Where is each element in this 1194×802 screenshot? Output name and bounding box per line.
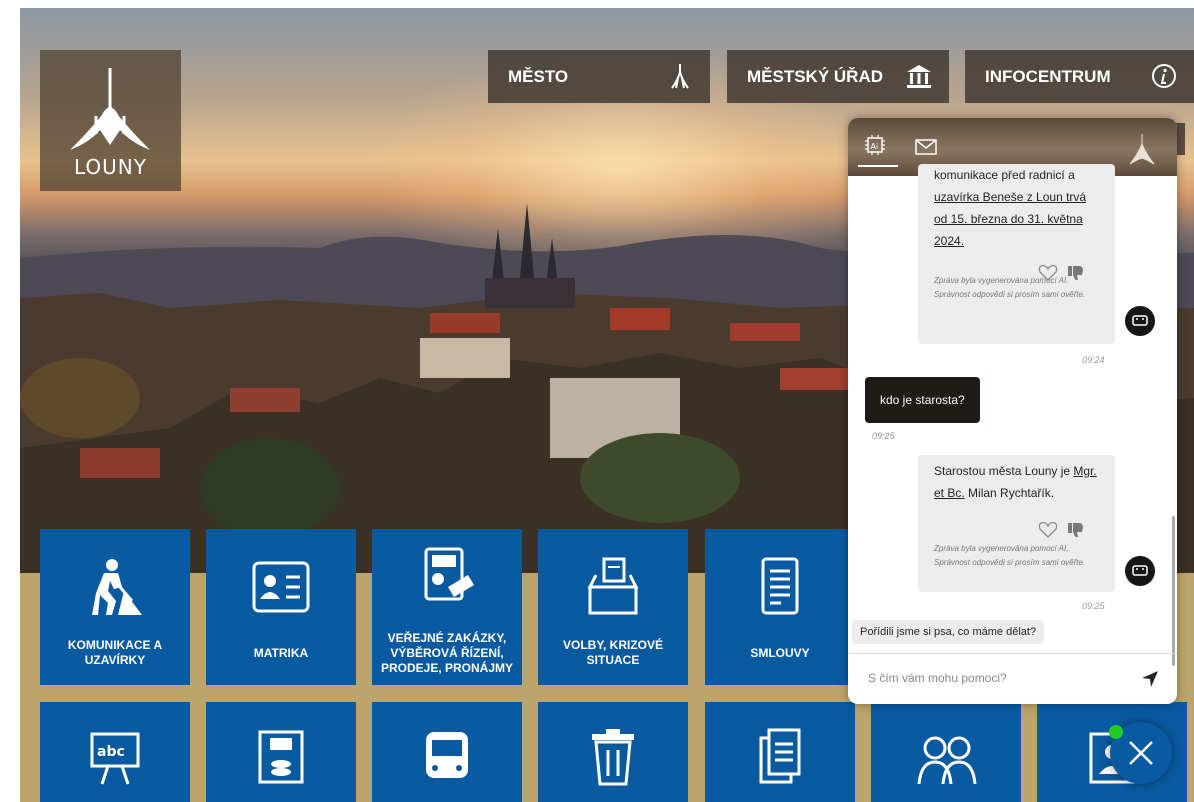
active-tab-indicator	[858, 165, 898, 167]
chat-messages: komunikace před radnicí a uzavírka Beneš…	[848, 164, 1177, 666]
svg-text:abc: abc	[97, 744, 125, 760]
louny-logo[interactable]: LOUNY	[40, 50, 181, 191]
nav-infocentrum[interactable]: INFOCENTRUM	[965, 50, 1194, 103]
tile-bus[interactable]	[372, 702, 522, 802]
documents-icon	[705, 728, 855, 788]
finance-building-icon	[206, 728, 356, 788]
tile-label: SMLOUVY	[750, 645, 810, 660]
tile-volby[interactable]: VOLBY, KRIZOVÉ SITUACE	[538, 529, 688, 685]
bot-message-text: Starostou města Louny je	[934, 464, 1071, 478]
tile-label: VOLBY, KRIZOVÉ SITUACE	[562, 638, 663, 667]
chat-widget: Ai komunikace před radnicí a uzavírka Be…	[848, 118, 1177, 704]
like-icon[interactable]	[1038, 264, 1058, 289]
nav-mestsky-urad[interactable]: MĚSTSKÝ ÚŘAD	[727, 50, 949, 103]
ballot-box-icon	[538, 557, 688, 617]
user-message: kdo je starosta?	[865, 377, 980, 423]
info-icon	[1150, 62, 1178, 95]
contract-icon	[705, 557, 855, 617]
bot-message: Starostou města Louny je Mgr. et Bc. Mil…	[918, 455, 1115, 592]
chat-input[interactable]	[866, 670, 1130, 686]
tile-verejne-zakazky[interactable]: VEŘEJNÉ ZAKÁZKY, VÝBĚROVÁ ŘÍZENÍ, PRODEJ…	[372, 529, 522, 685]
id-card-icon	[206, 557, 356, 617]
bot-message-text: komunikace před radnicí a	[934, 168, 1075, 182]
send-icon[interactable]	[1140, 669, 1160, 694]
message-time: 09:25	[872, 431, 895, 441]
roadwork-icon	[40, 557, 190, 617]
tile-school[interactable]: abc	[40, 702, 190, 802]
tile-label: KOMUNIKACE A UZAVÍRKY	[67, 638, 163, 667]
tile-komunikace[interactable]: KOMUNIKACE A UZAVÍRKY	[40, 529, 190, 685]
nav-infocentrum-label: INFOCENTRUM	[985, 66, 1111, 86]
ai-chip-icon[interactable]: Ai	[862, 134, 888, 161]
envelope-icon[interactable]	[914, 138, 938, 161]
trash-bin-icon	[538, 728, 688, 788]
chat-scrollbar[interactable]	[1172, 516, 1175, 666]
header-logo-icon	[1129, 134, 1155, 165]
bot-avatar-icon	[1125, 556, 1155, 586]
suggestion-chip[interactable]: Pořídili jsme si psa, co máme dělat?	[852, 620, 1045, 644]
bot-message-text-end: Milan Rychtařík.	[968, 486, 1055, 500]
svg-text:Ai: Ai	[871, 142, 879, 151]
bot-message: komunikace před radnicí a uzavírka Beneš…	[918, 164, 1115, 344]
tile-finance[interactable]	[206, 702, 356, 802]
seniors-icon	[871, 728, 1021, 788]
message-time: 09:24	[1082, 355, 1105, 365]
chat-input-area	[848, 653, 1177, 704]
logo-text: LOUNY	[74, 155, 147, 179]
ai-disclaimer: Zpráva byla vygenerována pomocí AI. Sprá…	[934, 544, 1086, 567]
nav-mesto-label: MĚSTO	[508, 66, 569, 86]
tile-label: VEŘEJNÉ ZAKÁZKY, VÝBĚROVÁ ŘÍZENÍ, PRODEJ…	[380, 630, 514, 675]
dislike-icon[interactable]	[1066, 521, 1086, 546]
tile-label: MATRIKA	[253, 645, 309, 660]
tile-seniors[interactable]	[871, 702, 1021, 802]
tile-matrika[interactable]: MATRIKA	[206, 529, 356, 685]
dislike-icon[interactable]	[1066, 264, 1086, 289]
tile-smlouvy[interactable]: SMLOUVY	[705, 529, 855, 685]
bot-message-link[interactable]: uzavírka Beneše z Loun trvá od 15. březn…	[934, 186, 1099, 252]
tile-waste[interactable]	[538, 702, 688, 802]
building-icon	[905, 62, 933, 95]
tile-documents[interactable]	[705, 702, 855, 802]
towers-icon	[666, 62, 694, 95]
bot-message-text-wrap: Starostou města Louny je Mgr. et Bc. Mil…	[934, 460, 1099, 504]
like-icon[interactable]	[1038, 521, 1058, 546]
message-time: 09:25	[1082, 601, 1105, 611]
online-status-dot	[1109, 725, 1123, 739]
bot-avatar-icon	[1125, 306, 1155, 336]
nav-mesto[interactable]: MĚSTO	[488, 50, 710, 103]
nav-mestsky-urad-label: MĚSTSKÝ ÚŘAD	[747, 66, 884, 86]
report-money-icon	[372, 547, 522, 607]
bus-icon	[372, 728, 522, 788]
school-board-icon: abc	[40, 728, 190, 788]
